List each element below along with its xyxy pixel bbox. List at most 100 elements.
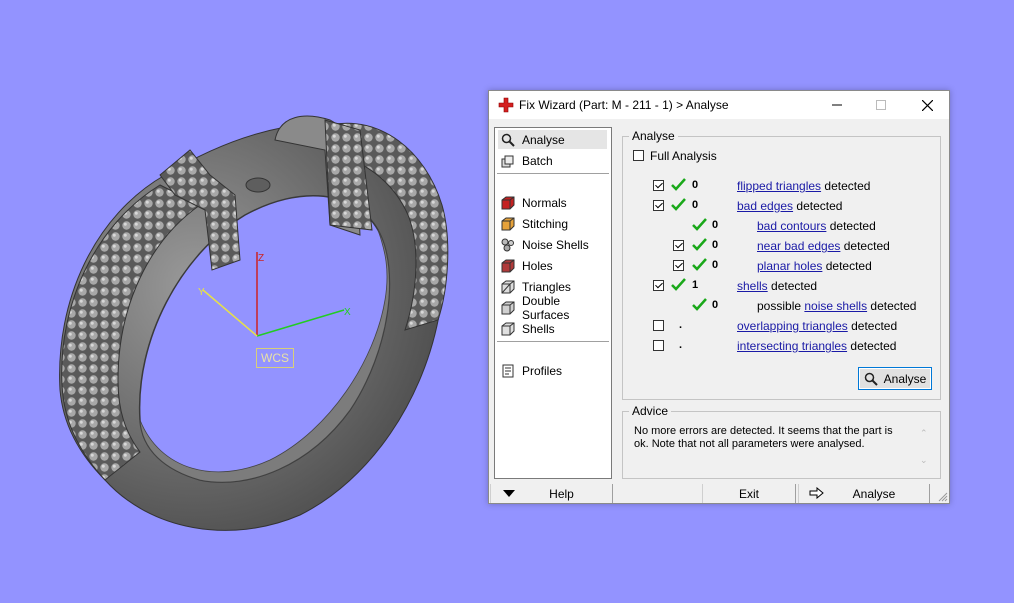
green-check-icon xyxy=(671,198,686,211)
help-button[interactable]: Help xyxy=(490,484,613,503)
advice-group-title: Advice xyxy=(629,404,672,418)
bad-edges-count: 0 xyxy=(692,199,699,211)
exit-button[interactable]: Exit xyxy=(702,484,796,503)
flipped-triangles-count: 0 xyxy=(692,179,699,191)
close-icon xyxy=(921,99,933,111)
near-bad-edges-link[interactable]: near bad edges xyxy=(757,239,840,253)
nav-label: Profiles xyxy=(522,363,563,378)
noise-shells-icon xyxy=(501,238,514,251)
nav-label: Batch xyxy=(522,153,553,168)
minimize-icon xyxy=(832,104,842,106)
planar-holes-count: 0 xyxy=(712,259,719,271)
stitching-cube-icon xyxy=(501,217,515,230)
x-axis-label: X xyxy=(344,307,351,318)
overlapping-triangles-checkbox[interactable] xyxy=(653,320,664,331)
3d-viewport[interactable]: Z X Y WCS xyxy=(0,0,485,603)
nav-label: Shells xyxy=(522,321,555,336)
near-bad-edges-checkbox[interactable] xyxy=(673,240,684,251)
resize-grip-icon[interactable] xyxy=(938,492,948,502)
detected-text: detected xyxy=(829,219,876,233)
close-button[interactable] xyxy=(905,91,949,119)
z-axis-label: Z xyxy=(258,253,265,264)
help-button-label: Help xyxy=(549,486,574,501)
bad-edges-link[interactable]: bad edges xyxy=(737,199,793,213)
nav-item-batch[interactable]: Batch xyxy=(498,151,607,170)
noise-shells-link[interactable]: noise shells xyxy=(804,299,867,313)
analyse-next-button[interactable]: Analyse xyxy=(798,484,930,503)
detected-text: detected xyxy=(851,319,898,333)
intersecting-triangles-checkbox[interactable] xyxy=(653,340,664,351)
shells-link[interactable]: shells xyxy=(737,279,768,293)
nav-label: Holes xyxy=(522,258,553,273)
full-analysis-checkbox[interactable] xyxy=(633,150,644,161)
nav-item-noise-shells[interactable]: Noise Shells xyxy=(498,235,607,254)
nav-item-normals[interactable]: Normals xyxy=(498,193,607,212)
detected-text: detected xyxy=(825,259,872,273)
analyse-button[interactable]: Analyse xyxy=(858,367,932,390)
scroll-down-arrow[interactable]: ⌄ xyxy=(920,455,928,466)
title-bar[interactable]: Fix Wizard (Part: M - 211 - 1) > Analyse xyxy=(489,91,949,119)
profiles-icon xyxy=(502,364,514,377)
flipped-triangles-checkbox[interactable] xyxy=(653,180,664,191)
nav-item-shells[interactable]: Shells xyxy=(498,319,607,338)
nav-label: Analyse xyxy=(522,132,565,147)
nav-label: Triangles xyxy=(522,279,571,294)
green-check-icon xyxy=(692,238,707,251)
detected-text: detected xyxy=(771,279,818,293)
holes-cube-icon xyxy=(501,259,515,272)
shells-count: 1 xyxy=(692,279,699,291)
normals-cube-icon xyxy=(501,196,515,209)
near-bad-edges-count: 0 xyxy=(712,239,719,251)
maximize-icon xyxy=(876,100,886,110)
bad-contours-count: 0 xyxy=(712,219,719,231)
overlapping-triangles-link[interactable]: overlapping triangles xyxy=(737,319,848,333)
wizard-nav-list: Analyse Batch Normals Stitching Noise Sh… xyxy=(494,127,612,479)
bad-contours-link[interactable]: bad contours xyxy=(757,219,826,233)
noise-shells-count: 0 xyxy=(712,299,719,311)
maximize-button[interactable] xyxy=(859,91,903,119)
analyse-button-label: Analyse xyxy=(883,371,927,386)
green-check-icon xyxy=(671,178,686,191)
advice-text: No more errors are detected. It seems th… xyxy=(634,425,893,450)
window-title: Fix Wizard (Part: M - 211 - 1) > Analyse xyxy=(519,98,729,112)
shells-checkbox[interactable] xyxy=(653,280,664,291)
bad-edges-checkbox[interactable] xyxy=(653,200,664,211)
nav-label: Noise Shells xyxy=(522,237,589,252)
shells-cube-icon xyxy=(501,322,515,335)
intersecting-triangles-count: . xyxy=(679,339,683,351)
wcs-label: WCS xyxy=(256,348,294,368)
triangle-down-icon xyxy=(503,490,515,497)
green-check-icon xyxy=(692,298,707,311)
green-check-icon xyxy=(671,278,686,291)
planar-holes-checkbox[interactable] xyxy=(673,260,684,271)
magnifier-icon xyxy=(501,133,515,147)
batch-icon xyxy=(501,155,514,167)
nav-label: Double Surfaces xyxy=(522,293,570,322)
arrow-right-icon xyxy=(809,487,824,499)
overlapping-triangles-count: . xyxy=(679,319,683,331)
scroll-up-arrow[interactable]: ⌃ xyxy=(920,428,928,439)
nav-item-holes[interactable]: Holes xyxy=(498,256,607,275)
nav-divider xyxy=(497,341,609,342)
detected-text: detected xyxy=(870,299,917,313)
flipped-triangles-link[interactable]: flipped triangles xyxy=(737,179,821,193)
full-analysis-label: Full Analysis xyxy=(650,149,717,163)
nav-item-double-surfaces[interactable]: Double Surfaces xyxy=(498,294,607,322)
intersecting-triangles-link[interactable]: intersecting triangles xyxy=(737,339,847,353)
nav-item-profiles[interactable]: Profiles xyxy=(498,361,607,380)
analyse-next-button-label: Analyse xyxy=(852,486,896,501)
analyse-group-title: Analyse xyxy=(629,129,678,143)
triangles-cube-icon xyxy=(501,280,515,293)
exit-button-label: Exit xyxy=(738,486,759,501)
detected-text: detected xyxy=(850,339,897,353)
green-check-icon xyxy=(692,258,707,271)
nav-item-stitching[interactable]: Stitching xyxy=(498,214,607,233)
planar-holes-link[interactable]: planar holes xyxy=(757,259,822,273)
red-cross-icon xyxy=(498,97,514,113)
nav-divider xyxy=(497,173,609,174)
nav-item-analyse[interactable]: Analyse xyxy=(498,130,607,149)
y-axis-label: Y xyxy=(198,287,205,298)
ring-model xyxy=(59,115,449,531)
minimize-button[interactable] xyxy=(815,91,859,119)
double-surfaces-icon xyxy=(501,301,515,314)
